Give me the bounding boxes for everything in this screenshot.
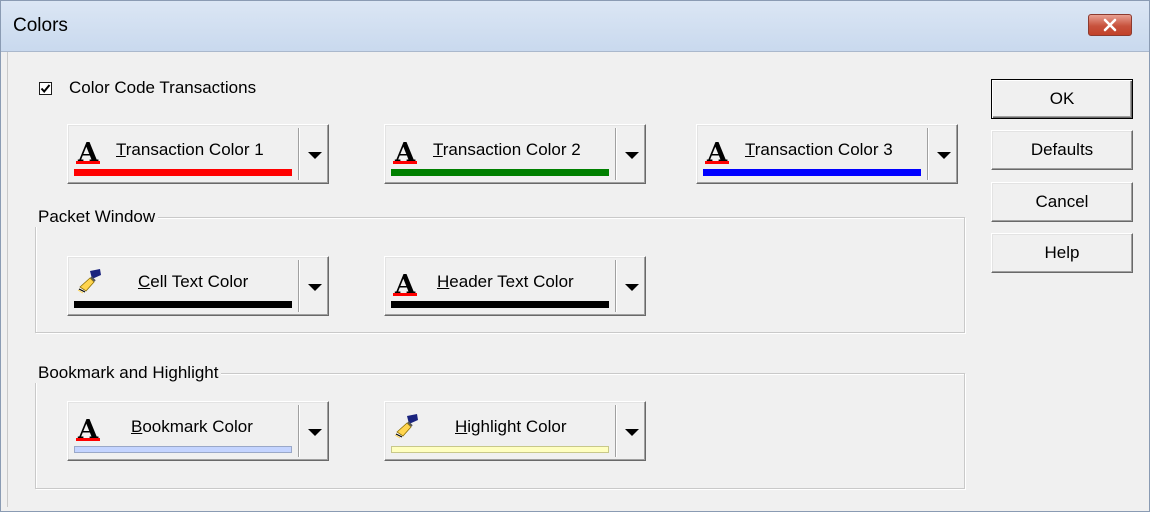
transaction-color-1-main[interactable]: A Transaction Color 1 (68, 125, 298, 183)
split-separator (298, 260, 299, 312)
bookmark-color-main[interactable]: A Bookmark Color (68, 402, 298, 460)
transaction-color-3-dropdown[interactable] (929, 125, 957, 183)
header-text-color-dropdown[interactable] (617, 257, 645, 315)
split-separator (298, 405, 299, 457)
split-separator (927, 128, 928, 180)
svg-text:A: A (394, 270, 416, 297)
transaction-color-1-label: Transaction Color 1 (116, 140, 264, 159)
split-separator (298, 128, 299, 180)
highlight-color-label: Highlight Color (455, 417, 567, 436)
cell-text-color-label: Cell Text Color (138, 272, 249, 291)
cell-text-color-button[interactable]: Cell Text Color (67, 256, 329, 316)
dropdown-arrow-icon (625, 429, 639, 436)
bookmark-color-button[interactable]: A Bookmark Color (67, 401, 329, 461)
header-text-color-swatch (391, 301, 609, 308)
window-title: Colors (13, 15, 68, 36)
transaction-color-3-label: Transaction Color 3 (745, 140, 893, 159)
header-text-color-button[interactable]: A Header Text Color (384, 256, 646, 316)
split-separator (615, 405, 616, 457)
close-x-icon (1103, 18, 1117, 32)
transaction-color-1-button[interactable]: A Transaction Color 1 (67, 124, 329, 184)
packet-window-title: Packet Window (35, 207, 159, 227)
defaults-button[interactable]: Defaults (991, 130, 1133, 170)
dropdown-arrow-icon (308, 152, 322, 159)
transaction-color-2-swatch (391, 169, 609, 176)
highlight-color-dropdown[interactable] (617, 402, 645, 460)
close-button[interactable] (1088, 14, 1132, 36)
transaction-color-2-main[interactable]: A Transaction Color 2 (385, 125, 615, 183)
paintbrush-icon (394, 414, 418, 439)
cell-text-color-main[interactable]: Cell Text Color (68, 257, 298, 315)
transaction-color-3-swatch (703, 169, 921, 176)
bookmark-color-label: Bookmark Color (131, 417, 253, 436)
colors-dialog: Colors Color Code Transactions A Transac… (0, 0, 1150, 512)
bookmark-highlight-title: Bookmark and Highlight (35, 363, 222, 383)
transaction-color-3-button[interactable]: A Transaction Color 3 (696, 124, 958, 184)
transaction-color-2-label: Transaction Color 2 (433, 140, 581, 159)
title-bar[interactable]: Colors (1, 1, 1149, 52)
svg-text:A: A (394, 138, 416, 165)
header-text-color-main[interactable]: A Header Text Color (385, 257, 615, 315)
transaction-color-2-dropdown[interactable] (617, 125, 645, 183)
color-code-label[interactable]: Color Code Transactions (69, 78, 256, 98)
font-a-icon: A (76, 415, 100, 442)
cell-text-color-dropdown[interactable] (300, 257, 328, 315)
dropdown-arrow-icon (308, 284, 322, 291)
svg-text:A: A (77, 138, 99, 165)
dropdown-arrow-icon (308, 429, 322, 436)
svg-text:A: A (706, 138, 728, 165)
cell-text-color-swatch (74, 301, 292, 308)
bookmark-color-dropdown[interactable] (300, 402, 328, 460)
split-separator (615, 260, 616, 312)
highlight-color-button[interactable]: Highlight Color (384, 401, 646, 461)
help-button[interactable]: Help (991, 233, 1133, 273)
dropdown-arrow-icon (625, 284, 639, 291)
transaction-color-1-dropdown[interactable] (300, 125, 328, 183)
paintbrush-icon (77, 269, 101, 294)
font-a-icon: A (705, 138, 729, 165)
transaction-color-3-main[interactable]: A Transaction Color 3 (697, 125, 927, 183)
checkmark-icon (40, 84, 51, 94)
dropdown-arrow-icon (937, 152, 951, 159)
highlight-color-main[interactable]: Highlight Color (385, 402, 615, 460)
transaction-color-1-swatch (74, 169, 292, 176)
header-text-color-label: Header Text Color (437, 272, 574, 291)
highlight-color-swatch (391, 446, 609, 453)
font-a-icon: A (76, 138, 100, 165)
color-code-checkbox[interactable] (39, 82, 52, 95)
ok-button[interactable]: OK (991, 79, 1133, 119)
dropdown-arrow-icon (625, 152, 639, 159)
svg-text:A: A (77, 415, 99, 442)
font-a-icon: A (393, 270, 417, 297)
bookmark-color-swatch (74, 446, 292, 453)
font-a-icon: A (393, 138, 417, 165)
transaction-color-2-button[interactable]: A Transaction Color 2 (384, 124, 646, 184)
split-separator (615, 128, 616, 180)
cancel-button[interactable]: Cancel (991, 182, 1133, 222)
